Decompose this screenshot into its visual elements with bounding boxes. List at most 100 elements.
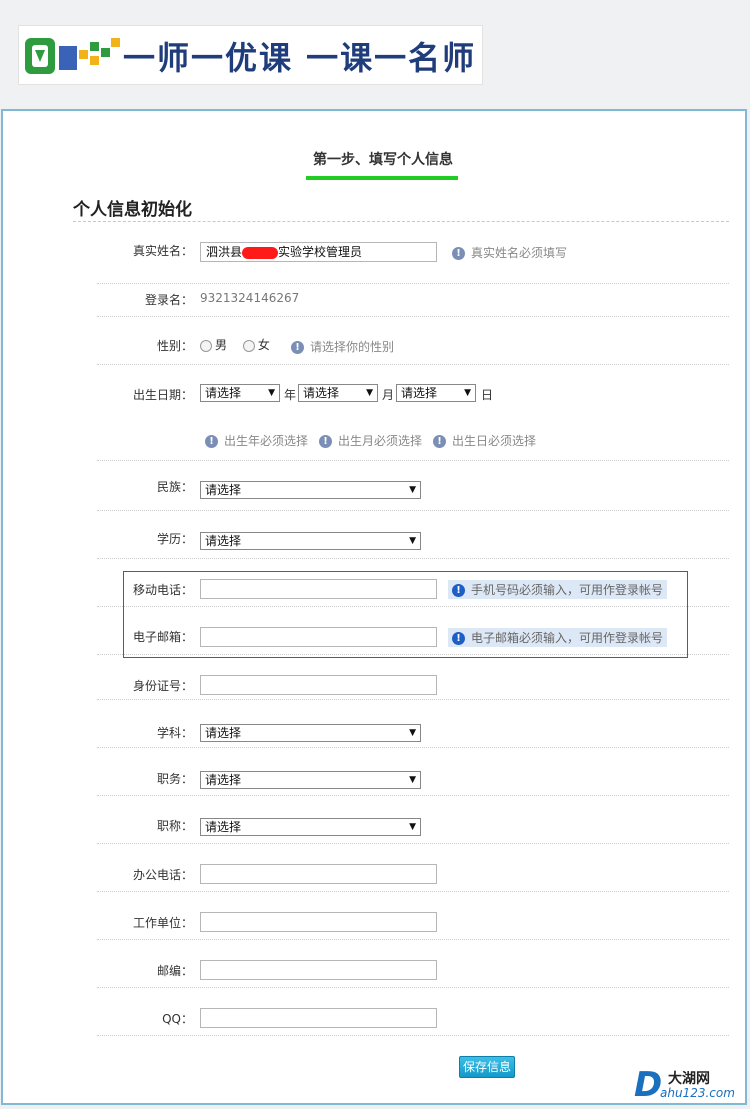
page-header: 一师一优课 一课一名师 <box>0 0 750 108</box>
step-title: 第一步、填写个人信息 <box>313 152 453 168</box>
qq-label: QQ： <box>162 1012 193 1026</box>
office-phone-label: 办公电话： <box>132 868 193 882</box>
gender-options: 男 女 <box>200 336 270 353</box>
education-value: 请选择 <box>205 534 242 548</box>
real-name-input[interactable]: 泗洪县 实验学校管理员 <box>200 242 437 262</box>
logo-text: 一师一优课 一课一名师 <box>123 39 477 77</box>
step-underline <box>306 176 458 180</box>
birth-label: 出生日期： <box>132 388 193 402</box>
info-icon: ! <box>205 435 218 448</box>
gender-female-option[interactable]: 女 <box>242 338 270 352</box>
form-row-real-name: 真实姓名： 泗洪县 实验学校管理员 ! 真实姓名必须填写 <box>97 235 729 284</box>
work-unit-label: 工作单位： <box>132 916 193 930</box>
birth-year-unit: 年 <box>284 388 297 402</box>
section-title: 个人信息初始化 <box>73 200 192 220</box>
real-name-label: 真实姓名： <box>132 244 193 258</box>
title-value: 请选择 <box>205 820 242 834</box>
real-name-hint-text: 真实姓名必须填写 <box>471 246 568 260</box>
birth-year-select[interactable]: 请选择 ▼ <box>200 384 280 402</box>
subject-label: 学科： <box>156 726 193 740</box>
gender-hint: ! 请选择你的性别 <box>291 338 394 355</box>
ethnicity-label: 民族： <box>156 480 193 494</box>
form-row-birth: 出生日期： 请选择 ▼ 年 请选择 ▼ 月 请选择 ▼ 日 ! 出生年必须选择 ! 出生月… <box>97 364 729 461</box>
birth-month-hint-text: 出生月必须选择 <box>338 434 423 448</box>
info-icon: ! <box>319 435 332 448</box>
birth-month-unit: 月 <box>382 388 395 402</box>
ethnicity-select[interactable]: 请选择 ▼ <box>200 481 421 499</box>
chevron-down-icon: ▼ <box>366 388 373 398</box>
title-label: 职称： <box>156 819 193 833</box>
form-row-subject: 学科： 请选择 ▼ <box>97 699 729 748</box>
watermark-letter: D <box>634 1065 663 1105</box>
chevron-down-icon: ▼ <box>268 388 275 398</box>
ethnicity-value: 请选择 <box>205 483 242 497</box>
gender-male-radio[interactable] <box>200 339 212 352</box>
title-select[interactable]: 请选择 ▼ <box>200 818 421 836</box>
position-value: 请选择 <box>205 773 242 787</box>
birth-month-hint: ! 出生月必须选择 <box>319 432 422 449</box>
form-row-login-name: 登录名： 9321324146267 <box>97 283 729 317</box>
work-unit-input[interactable] <box>200 912 437 932</box>
gender-female-text: 女 <box>257 338 270 352</box>
gender-male-text: 男 <box>215 338 228 352</box>
form-row-postcode: 邮编： <box>97 939 729 988</box>
form-row-ethnicity: 民族： 请选择 ▼ <box>97 460 729 511</box>
chevron-down-icon: ▼ <box>409 775 416 785</box>
gender-hint-text: 请选择你的性别 <box>310 340 395 354</box>
watermark-name: 大湖网 <box>668 1071 710 1087</box>
info-icon: ! <box>291 341 304 354</box>
form-row-id-number: 身份证号： <box>97 654 729 700</box>
info-icon: ! <box>433 435 446 448</box>
id-number-label: 身份证号： <box>132 679 193 693</box>
profile-panel: 第一步、填写个人信息 个人信息初始化 真实姓名： 泗洪县 实验学校管理员 ! 真实姓… <box>1 109 747 1105</box>
redacted-mark <box>242 246 279 259</box>
birth-year-hint: ! 出生年必须选择 <box>205 432 308 449</box>
birth-year-value: 请选择 <box>205 386 242 400</box>
chevron-down-icon: ▼ <box>464 388 471 398</box>
position-label: 职务： <box>156 772 193 786</box>
birth-year-hint-text: 出生年必须选择 <box>224 434 309 448</box>
birth-day-select[interactable]: 请选择 ▼ <box>396 384 476 402</box>
watermark: D 大湖网 ahu123.com <box>634 1066 744 1104</box>
login-name-value: 9321324146267 <box>200 291 300 305</box>
gender-male-option[interactable]: 男 <box>200 338 227 352</box>
birth-day-hint-text: 出生日必须选择 <box>452 434 537 448</box>
site-logo[interactable]: 一师一优课 一课一名师 <box>18 25 483 85</box>
postcode-input[interactable] <box>200 960 437 980</box>
real-name-suffix: 实验学校管理员 <box>278 245 363 259</box>
logo-mark-icon <box>25 38 120 74</box>
watermark-url: ahu123.com <box>660 1086 735 1100</box>
real-name-hint: ! 真实姓名必须填写 <box>452 244 567 261</box>
real-name-prefix: 泗洪县 <box>206 245 243 259</box>
office-phone-input[interactable] <box>200 864 437 884</box>
education-label: 学历： <box>156 532 193 546</box>
chevron-down-icon: ▼ <box>409 536 416 546</box>
subject-value: 请选择 <box>205 726 242 740</box>
postcode-label: 邮编： <box>156 964 193 978</box>
education-select[interactable]: 请选择 ▼ <box>200 532 421 550</box>
chevron-down-icon: ▼ <box>409 485 416 495</box>
section-divider <box>73 221 729 222</box>
gender-female-radio[interactable] <box>242 339 255 352</box>
birth-day-hint: ! 出生日必须选择 <box>433 432 536 449</box>
highlight-box <box>123 571 688 658</box>
birth-month-select[interactable]: 请选择 ▼ <box>298 384 378 402</box>
login-name-label: 登录名： <box>144 293 193 307</box>
position-select[interactable]: 请选择 ▼ <box>200 771 421 789</box>
id-number-input[interactable] <box>200 675 437 695</box>
birth-month-value: 请选择 <box>303 386 340 400</box>
chevron-down-icon: ▼ <box>409 728 416 738</box>
gender-label: 性别： <box>156 339 193 353</box>
form-row-gender: 性别： 男 女 ! 请选择你的性别 <box>97 316 729 365</box>
form-row-office-phone: 办公电话： <box>97 843 729 892</box>
chevron-down-icon: ▼ <box>409 822 416 832</box>
qq-input[interactable] <box>200 1008 437 1028</box>
info-icon: ! <box>452 247 465 260</box>
save-button[interactable]: 保存信息 <box>459 1056 515 1078</box>
form-row-position: 职务： 请选择 ▼ <box>97 747 729 796</box>
form-row-qq: QQ： <box>97 987 729 1036</box>
form-row-work-unit: 工作单位： <box>97 891 729 940</box>
birth-day-unit: 日 <box>481 388 494 402</box>
form-row-education: 学历： 请选择 ▼ <box>97 510 729 559</box>
subject-select[interactable]: 请选择 ▼ <box>200 724 421 742</box>
